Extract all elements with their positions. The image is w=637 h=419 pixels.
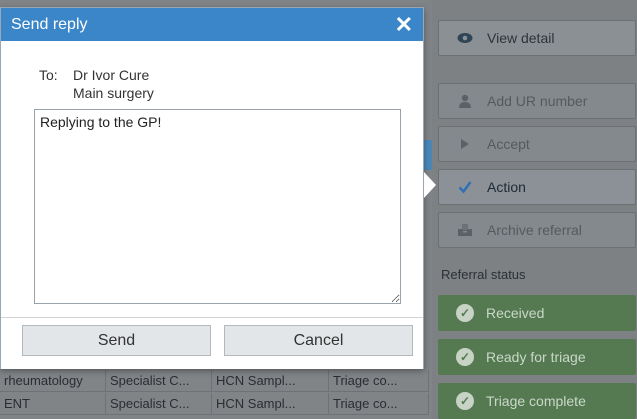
dialog-header: Send reply ✕ xyxy=(1,8,423,41)
play-icon xyxy=(457,138,473,150)
accept-label: Accept xyxy=(487,136,530,152)
table-cell: Specialist C... xyxy=(106,370,212,392)
table-cell: Triage co... xyxy=(329,393,429,415)
archive-referral-button[interactable]: Archive referral xyxy=(438,212,636,248)
cancel-button[interactable]: Cancel xyxy=(224,325,413,356)
view-detail-button[interactable]: View detail xyxy=(438,20,636,56)
close-icon[interactable]: ✕ xyxy=(395,13,413,36)
checkmark-icon xyxy=(457,180,473,194)
table-row[interactable]: ENT Specialist C... HCN Sampl... Triage … xyxy=(0,393,429,415)
status-received[interactable]: ✓ Received xyxy=(438,295,636,331)
accept-button[interactable]: Accept xyxy=(438,126,636,162)
check-circle-icon: ✓ xyxy=(456,304,474,322)
person-icon xyxy=(457,94,473,108)
table-row[interactable]: rheumatology Specialist C... HCN Sampl..… xyxy=(0,370,429,392)
eye-icon xyxy=(457,32,473,44)
add-ur-number-button[interactable]: Add UR number xyxy=(438,83,636,119)
table-cell: ENT xyxy=(0,393,106,415)
dialog-pointer-arrow xyxy=(424,172,436,198)
action-button[interactable]: Action xyxy=(438,169,636,205)
recipient-block: To: Dr Ivor Cure Main surgery xyxy=(39,66,154,102)
add-ur-number-label: Add UR number xyxy=(487,93,588,109)
table-cell: Specialist C... xyxy=(106,393,212,415)
dialog-title: Send reply xyxy=(11,15,88,33)
recipient-location: Main surgery xyxy=(73,85,154,101)
status-received-label: Received xyxy=(486,305,545,321)
table-cell: Triage co... xyxy=(329,370,429,392)
status-complete-label: Triage complete xyxy=(486,393,586,409)
action-label: Action xyxy=(487,179,526,195)
selected-row-indicator xyxy=(424,140,432,170)
check-circle-icon: ✓ xyxy=(456,348,474,366)
view-detail-label: View detail xyxy=(487,30,555,46)
to-label: To: xyxy=(39,67,58,83)
send-button[interactable]: Send xyxy=(22,325,211,356)
dialog-footer: Send Cancel xyxy=(1,317,423,369)
status-ready-for-triage[interactable]: ✓ Ready for triage xyxy=(438,339,636,375)
recipient-name: Dr Ivor Cure xyxy=(73,67,150,83)
status-triage-complete[interactable]: ✓ Triage complete xyxy=(438,383,636,419)
table-cell: HCN Sampl... xyxy=(212,393,329,415)
status-ready-label: Ready for triage xyxy=(486,349,586,365)
send-reply-dialog: Send reply ✕ To: Dr Ivor Cure Main surger… xyxy=(0,7,424,369)
reply-message-textarea[interactable]: Replying to the GP! xyxy=(34,109,401,304)
archive-box-icon xyxy=(457,223,473,237)
archive-referral-label: Archive referral xyxy=(487,222,582,238)
referral-status-heading: Referral status xyxy=(441,267,526,282)
table-cell: HCN Sampl... xyxy=(212,370,329,392)
table-cell: rheumatology xyxy=(0,370,106,392)
check-circle-icon: ✓ xyxy=(456,392,474,410)
